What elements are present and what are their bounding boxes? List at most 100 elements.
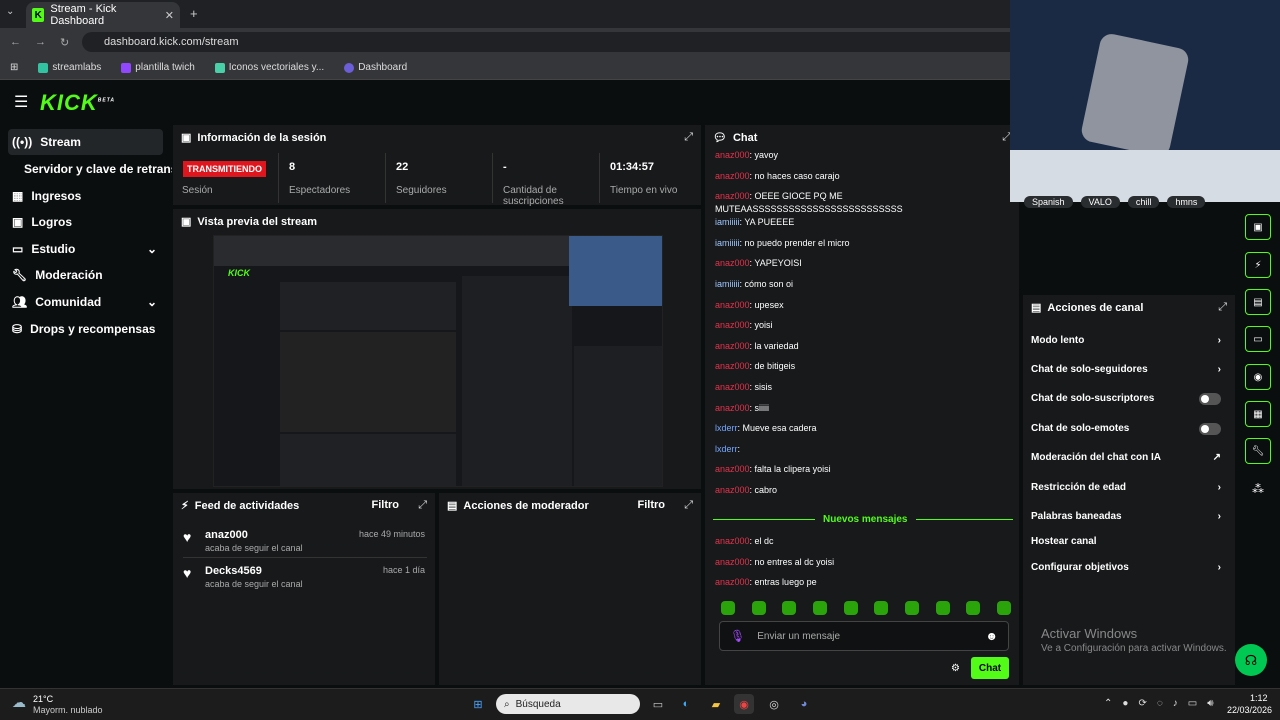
sidebar-item-stream[interactable]: ((•)) Stream bbox=[8, 129, 163, 155]
forward-icon[interactable]: → bbox=[35, 36, 46, 48]
task-view-icon[interactable]: ▭ bbox=[648, 694, 668, 714]
windows-start-icon[interactable]: ⊞ bbox=[468, 694, 488, 714]
community-icon[interactable]: ⁂ bbox=[1252, 482, 1264, 496]
emotes-only-item[interactable]: Chat de solo-emotes bbox=[1031, 423, 1221, 435]
followers-only-item[interactable]: Chat de solo-seguidores › bbox=[1031, 364, 1221, 375]
chat-username[interactable]: anaz000 bbox=[715, 320, 750, 330]
emote-icon[interactable] bbox=[721, 601, 735, 615]
mic-icon[interactable]: ♪ bbox=[1173, 698, 1178, 709]
chat-username[interactable]: anaz000 bbox=[715, 557, 750, 567]
expand-icon[interactable]: ⤢ bbox=[418, 499, 427, 512]
bookmark-plantilla[interactable]: plantilla twich bbox=[121, 62, 195, 73]
emote-icon[interactable] bbox=[904, 601, 919, 615]
chat-username[interactable]: anaz000 bbox=[715, 485, 750, 495]
subs-only-item[interactable]: Chat de solo-suscriptores bbox=[1031, 393, 1221, 405]
taskbar-search[interactable]: ⌕ Búsqueda bbox=[496, 694, 640, 714]
chat-username[interactable]: anaz000 bbox=[715, 258, 750, 268]
chat-username[interactable]: anaz000 bbox=[715, 300, 750, 310]
tool-wrench-icon[interactable]: 🔧︎ bbox=[1245, 438, 1271, 464]
filter-button[interactable]: Filtro bbox=[638, 499, 666, 511]
goals-item[interactable]: Configurar objetivos › bbox=[1031, 562, 1221, 573]
clock-date[interactable]: 22/03/2026 bbox=[1227, 705, 1272, 715]
apps-icon[interactable]: ⊞ bbox=[10, 62, 18, 73]
tool-list-icon[interactable]: ▦ bbox=[1245, 401, 1271, 427]
chat-username[interactable]: anaz000 bbox=[715, 464, 750, 474]
tool-bolt-icon[interactable]: ⚡︎ bbox=[1245, 252, 1271, 278]
sidebar-item-logros[interactable]: ▣ Logros bbox=[8, 209, 163, 235]
tool-doc-icon[interactable]: ▤ bbox=[1245, 289, 1271, 315]
sidebar-item-ingresos[interactable]: ▦ Ingresos bbox=[8, 183, 163, 209]
emote-icon[interactable] bbox=[751, 601, 766, 615]
tab-list-icon[interactable]: ⌄ bbox=[6, 6, 14, 17]
stream-video[interactable]: KICK bbox=[213, 235, 663, 487]
send-chat-button[interactable]: Chat bbox=[971, 657, 1009, 679]
chat-username[interactable]: iamiiiii bbox=[715, 217, 740, 227]
chevron-up-icon[interactable]: ⌃ bbox=[1104, 698, 1112, 709]
filter-button[interactable]: Filtro bbox=[372, 499, 400, 511]
url-input[interactable]: dashboard.kick.com/stream bbox=[82, 32, 1022, 52]
close-tab-icon[interactable]: ✕ bbox=[165, 9, 174, 22]
tag[interactable]: hmns bbox=[1167, 196, 1206, 208]
tag[interactable]: VALO bbox=[1080, 196, 1120, 208]
discord-icon[interactable]: ◕ bbox=[794, 694, 814, 714]
chat-username[interactable]: iamiiiii bbox=[715, 279, 740, 289]
obs-icon[interactable]: ◎ bbox=[764, 694, 784, 714]
banned-words-item[interactable]: Palabras baneadas › bbox=[1031, 511, 1221, 522]
support-icon[interactable]: ☊ bbox=[1235, 644, 1267, 676]
folder-icon[interactable]: ▰ bbox=[706, 694, 726, 714]
back-icon[interactable]: ← bbox=[10, 36, 21, 48]
chat-username[interactable]: anaz000 bbox=[715, 382, 750, 392]
chat-username[interactable]: anaz000 bbox=[715, 341, 750, 351]
expand-icon[interactable]: ⤢ bbox=[1218, 301, 1227, 314]
network-icon[interactable]: ▭ bbox=[1188, 698, 1197, 709]
chat-username[interactable]: anaz000 bbox=[715, 150, 750, 160]
chrome-icon[interactable]: ◉ bbox=[734, 694, 754, 714]
subs-only-toggle[interactable] bbox=[1199, 393, 1221, 405]
host-channel-item[interactable]: Hostear canal bbox=[1031, 536, 1221, 547]
sidebar-item-comunidad[interactable]: 👥︎ Comunidad ⌄ bbox=[8, 289, 163, 315]
tool-camera-icon[interactable]: ▣ bbox=[1245, 214, 1271, 240]
tray-wifi-icon[interactable]: ◌ bbox=[1157, 698, 1163, 709]
emote-icon[interactable] bbox=[812, 601, 827, 615]
emote-icon[interactable] bbox=[966, 601, 981, 615]
chat-username[interactable]: lxderr bbox=[715, 444, 738, 454]
kick-logo[interactable]: KICKBETA bbox=[40, 90, 115, 116]
slow-mode-item[interactable]: Modo lento › bbox=[1031, 335, 1221, 346]
bookmark-iconos[interactable]: Iconos vectoriales y... bbox=[214, 62, 324, 73]
sidebar-item-server-key[interactable]: Servidor y clave de retransmisión bbox=[20, 156, 172, 182]
sidebar-item-moderacion[interactable]: 🔧︎ Moderación bbox=[8, 262, 163, 288]
tray-app-icon[interactable]: ● bbox=[1122, 698, 1128, 709]
new-tab-icon[interactable]: + bbox=[190, 6, 198, 21]
age-restriction-item[interactable]: Restricción de edad › bbox=[1031, 482, 1221, 493]
tag[interactable]: chill bbox=[1127, 196, 1160, 208]
sidebar-item-drops[interactable]: ⛁ Drops y recompensas bbox=[8, 316, 163, 342]
menu-icon[interactable]: ☰ bbox=[14, 92, 28, 112]
browser-tab[interactable]: K Stream - Kick Dashboard ✕ bbox=[26, 2, 180, 28]
tool-broadcast-icon[interactable]: ◉ bbox=[1245, 364, 1271, 390]
chat-username[interactable]: anaz000 bbox=[715, 536, 750, 546]
volume-icon[interactable]: 🔊︎ bbox=[1207, 698, 1213, 709]
emote-icon[interactable] bbox=[935, 601, 950, 615]
emoji-icon[interactable]: ☻ bbox=[985, 629, 998, 643]
emote-icon[interactable] bbox=[782, 601, 797, 615]
emote-icon[interactable] bbox=[843, 601, 858, 615]
emote-icon[interactable] bbox=[996, 601, 1011, 615]
expand-icon[interactable]: ⤢ bbox=[684, 131, 693, 144]
chat-username[interactable]: anaz000 bbox=[715, 171, 750, 181]
bookmark-dashboard[interactable]: Dashboard bbox=[344, 62, 407, 73]
gear-icon[interactable]: ⚙ bbox=[951, 663, 960, 674]
emote-icon[interactable] bbox=[874, 601, 889, 615]
chat-username[interactable]: iamiiiii bbox=[715, 238, 740, 248]
emotes-only-toggle[interactable] bbox=[1199, 423, 1221, 435]
tool-chat-icon[interactable]: ▭ bbox=[1245, 326, 1271, 352]
tag[interactable]: Spanish bbox=[1024, 196, 1073, 208]
chat-username[interactable]: anaz000 bbox=[715, 361, 750, 371]
clock-time[interactable]: 1:12 bbox=[1250, 693, 1268, 703]
tray-sync-icon[interactable]: ⟳ bbox=[1138, 698, 1146, 709]
chat-username[interactable]: lxderr bbox=[715, 423, 738, 433]
mic-icon[interactable]: 🎙︎ bbox=[730, 629, 745, 643]
edge-icon[interactable]: ◐ bbox=[676, 694, 696, 714]
ai-moderation-item[interactable]: Moderación del chat con IA ↗ bbox=[1031, 452, 1221, 463]
expand-icon[interactable]: ⤢ bbox=[684, 499, 693, 512]
chat-username[interactable]: anaz000 bbox=[715, 577, 750, 587]
